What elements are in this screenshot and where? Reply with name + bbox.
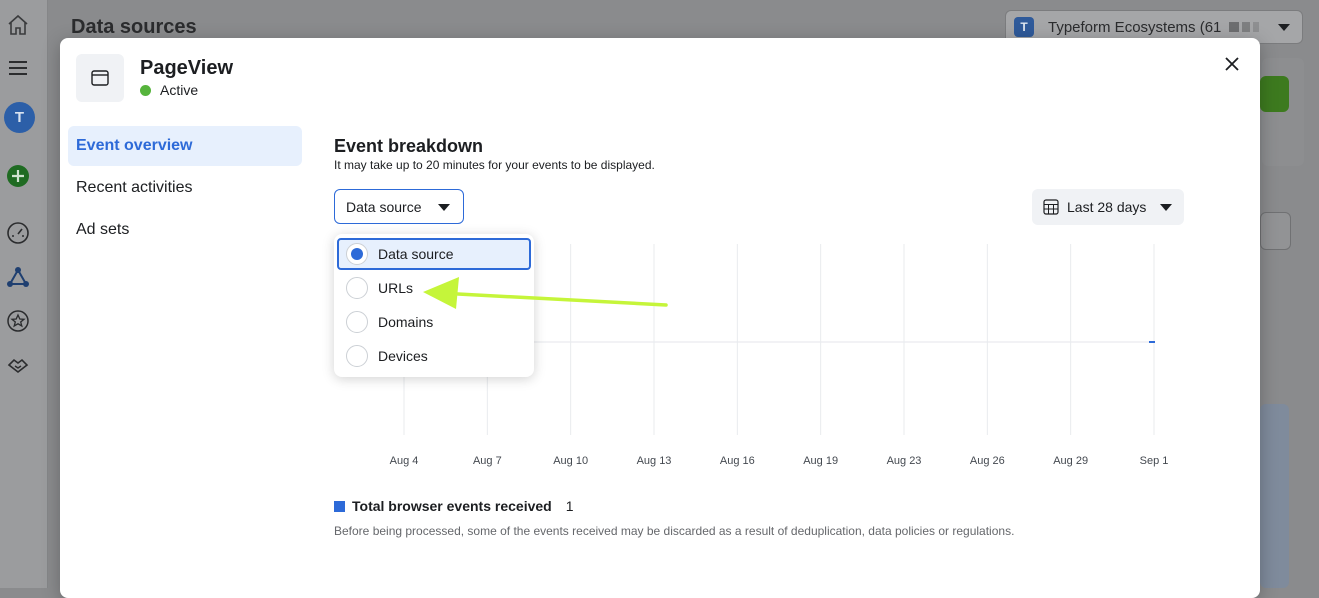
x-tick-label: Aug 4 xyxy=(390,455,419,467)
x-tick-label: Aug 10 xyxy=(553,455,588,467)
account-badge: T xyxy=(1014,17,1034,37)
account-avatar-letter: T xyxy=(14,109,25,126)
radio-unselected[interactable] xyxy=(346,345,368,367)
create-icon[interactable] xyxy=(5,163,31,189)
legend-label: Total browser events received xyxy=(352,498,552,514)
x-tick-label: Aug 29 xyxy=(1053,455,1088,467)
chart-legend: Total browser events received 1 xyxy=(334,498,574,514)
x-tick-label: Sep 1 xyxy=(1140,455,1169,467)
radio-unselected[interactable] xyxy=(346,277,368,299)
x-tick-label: Aug 16 xyxy=(720,455,755,467)
background-collapse-panel xyxy=(1260,404,1289,588)
option-data-source[interactable]: Data source xyxy=(337,238,531,270)
radio-unselected[interactable] xyxy=(346,311,368,333)
redacted-id-blocks xyxy=(1229,22,1260,32)
x-tick-label: Aug 7 xyxy=(473,455,502,467)
background-panel xyxy=(1262,58,1304,166)
x-tick-label: Aug 13 xyxy=(637,455,672,467)
dashboard-gauge-icon[interactable] xyxy=(5,220,31,246)
radio-selected[interactable] xyxy=(346,243,368,265)
breakdown-dropdown-menu: Data source URLs Domains Devices xyxy=(334,234,534,377)
chart-footnote: Before being processed, some of the even… xyxy=(334,524,1015,538)
x-tick-label: Aug 19 xyxy=(803,455,838,467)
option-label: Devices xyxy=(378,348,428,364)
account-name: Typeform Ecosystems (61 xyxy=(1048,18,1222,36)
option-label: Domains xyxy=(378,314,434,330)
account-chevron-down-icon xyxy=(1278,24,1290,31)
legend-value: 1 xyxy=(565,498,574,514)
event-chart: Aug 4 Aug 7 Aug 10 Aug 13 Aug 16 Aug 19 Aug 23… xyxy=(390,244,1169,467)
x-tick-label: Aug 26 xyxy=(970,455,1005,467)
partnership-icon[interactable] xyxy=(5,352,31,378)
option-urls[interactable]: URLs xyxy=(337,272,531,304)
option-label: URLs xyxy=(378,280,414,296)
option-domains[interactable]: Domains xyxy=(337,306,531,338)
x-tick-label: Aug 23 xyxy=(887,455,922,467)
option-devices[interactable]: Devices xyxy=(337,340,531,372)
background-green-button[interactable] xyxy=(1260,76,1289,112)
events-manager-icon[interactable] xyxy=(5,264,31,290)
legend-swatch xyxy=(334,500,345,512)
option-label: Data source xyxy=(378,246,454,262)
left-nav-rail: T xyxy=(0,0,48,588)
home-icon[interactable] xyxy=(5,12,31,38)
background-page-title: Data sources xyxy=(71,16,197,38)
account-avatar[interactable]: T xyxy=(4,102,35,133)
background-dropdown[interactable] xyxy=(1260,212,1291,250)
star-icon[interactable] xyxy=(5,308,31,334)
menu-icon[interactable] xyxy=(5,55,31,81)
event-details-modal: PageView Active Event overview Recent ac… xyxy=(60,38,1260,598)
